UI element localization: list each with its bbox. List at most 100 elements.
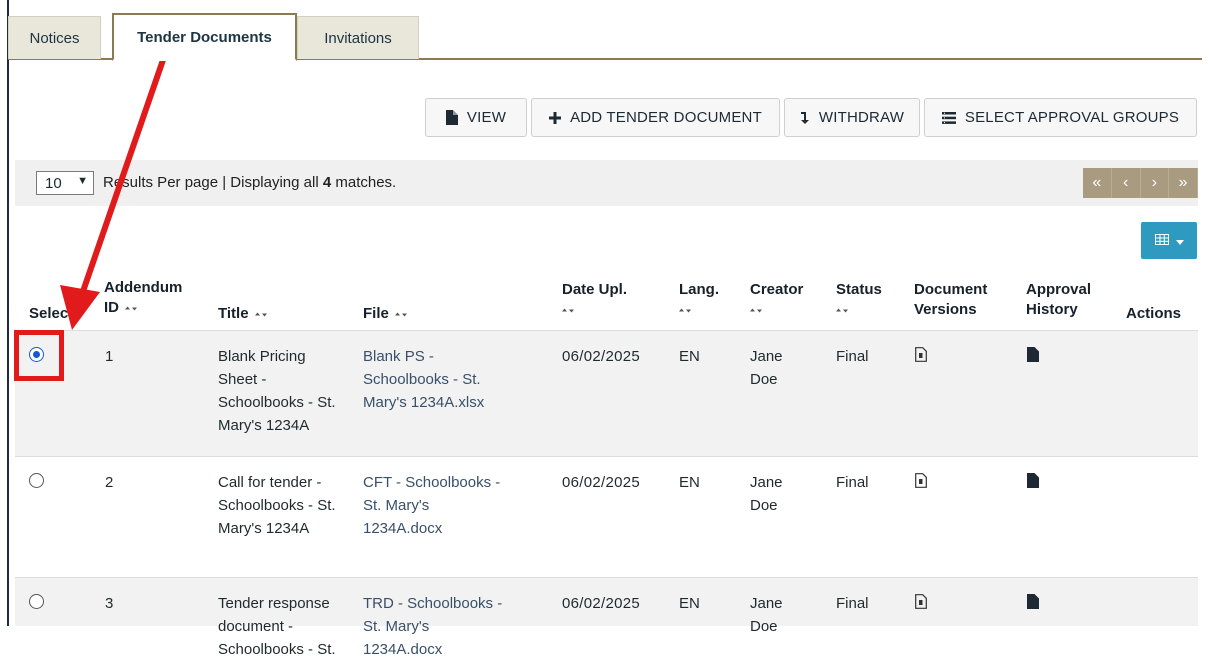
- col-status[interactable]: Status: [836, 280, 882, 320]
- sort-icon: [750, 300, 762, 320]
- title-line: Mary's 1234A: [218, 417, 310, 434]
- row-file-link[interactable]: Blank PS - Schoolbooks - St. Mary's 1234…: [363, 345, 484, 414]
- column-chooser-button[interactable]: [1141, 222, 1197, 259]
- sort-icon: [125, 298, 137, 318]
- title-line: Mary's 1234A: [218, 520, 310, 537]
- view-button-label: VIEW: [466, 109, 507, 126]
- select-approval-groups-button[interactable]: SELECT APPROVAL GROUPS: [924, 98, 1197, 137]
- arrow-down-icon: [800, 111, 810, 124]
- file-line: St. Mary's: [363, 618, 430, 635]
- row-select-radio[interactable]: [29, 473, 44, 488]
- row-date: 06/02/2025: [562, 595, 641, 612]
- per-page-value: 10: [45, 174, 62, 192]
- col-addendum-line1: Addendum: [104, 279, 183, 296]
- row-id: 2: [105, 474, 114, 491]
- file-line: St. Mary's: [363, 497, 430, 514]
- grid-icon: [1154, 232, 1169, 249]
- results-per-page-select[interactable]: 10 ▼: [36, 171, 94, 195]
- col-approval-line1: Approval: [1026, 281, 1092, 298]
- sort-icon: [254, 304, 267, 324]
- col-file-label: File: [363, 305, 389, 322]
- results-summary: Results Per page | Displaying all 4 matc…: [103, 174, 396, 191]
- tab-notices[interactable]: Notices: [8, 16, 101, 59]
- row-date: 06/02/2025: [562, 474, 641, 491]
- document-versions-icon[interactable]: [915, 473, 927, 492]
- title-line: Call for tender -: [218, 474, 322, 491]
- col-addendum-line2: ID: [104, 299, 119, 316]
- table-row: 3 Tender response document - Schoolbooks…: [15, 577, 1198, 658]
- list-icon: [941, 111, 956, 124]
- row-select-radio[interactable]: [29, 594, 44, 609]
- row-lang: EN: [679, 474, 700, 491]
- col-creator-label: Creator: [750, 281, 804, 298]
- first-page-button[interactable]: «: [1083, 168, 1112, 198]
- plus-icon: [549, 111, 562, 124]
- col-versions-line2: Versions: [914, 301, 977, 318]
- select-approval-groups-label: SELECT APPROVAL GROUPS: [964, 109, 1180, 126]
- col-date-uploaded[interactable]: Date Upl.: [562, 280, 627, 320]
- row-title: Call for tender - Schoolbooks - St. Mary…: [218, 471, 336, 540]
- tab-invitations[interactable]: Invitations: [297, 16, 419, 59]
- prev-page-button[interactable]: ‹: [1111, 168, 1141, 198]
- file-icon: [445, 110, 458, 125]
- file-line: Mary's 1234A.xlsx: [363, 394, 485, 411]
- last-page-button[interactable]: »: [1169, 168, 1198, 198]
- add-tender-document-label: ADD TENDER DOCUMENT: [570, 109, 762, 126]
- sort-icon: [394, 304, 407, 324]
- row-status: Final: [836, 595, 869, 612]
- withdraw-button[interactable]: WITHDRAW: [784, 98, 920, 137]
- col-status-label: Status: [836, 281, 882, 298]
- file-line: 1234A.docx: [363, 641, 443, 658]
- annotation-highlight-box: [14, 330, 64, 381]
- caret-down-icon: [1175, 232, 1184, 249]
- row-date: 06/02/2025: [562, 348, 641, 365]
- chevron-down-icon: ▼: [77, 175, 88, 187]
- creator-line: Doe: [750, 618, 778, 635]
- row-id: 1: [105, 348, 114, 365]
- table-row: 2 Call for tender - Schoolbooks - St. Ma…: [15, 456, 1198, 577]
- title-line: Tender response: [218, 595, 330, 612]
- title-line: Blank Pricing: [218, 348, 306, 365]
- col-versions-line1: Document: [914, 281, 988, 298]
- file-line: Schoolbooks - St.: [363, 371, 481, 388]
- row-file-link[interactable]: CFT - Schoolbooks - St. Mary's 1234A.doc…: [363, 471, 500, 540]
- title-line: Schoolbooks - St.: [218, 394, 336, 411]
- row-file-link[interactable]: TRD - Schoolbooks - St. Mary's 1234A.doc…: [363, 592, 502, 661]
- col-lang-label: Lang.: [679, 281, 719, 298]
- row-lang: EN: [679, 348, 700, 365]
- col-language[interactable]: Lang.: [679, 280, 719, 320]
- sort-icon: [562, 300, 574, 320]
- col-addendum-id[interactable]: Addendum ID: [104, 278, 182, 318]
- add-tender-document-button[interactable]: ADD TENDER DOCUMENT: [531, 98, 780, 137]
- row-status: Final: [836, 348, 869, 365]
- approval-history-icon[interactable]: [1027, 473, 1039, 492]
- creator-line: Doe: [750, 497, 778, 514]
- row-lang: EN: [679, 595, 700, 612]
- approval-history-icon[interactable]: [1027, 347, 1039, 366]
- row-status: Final: [836, 474, 869, 491]
- row-creator: Jane Doe: [750, 345, 783, 391]
- view-button[interactable]: VIEW: [425, 98, 527, 137]
- document-versions-icon[interactable]: [915, 347, 927, 366]
- creator-line: Jane: [750, 474, 783, 491]
- title-line: document -: [218, 618, 294, 635]
- withdraw-label: WITHDRAW: [818, 109, 905, 126]
- row-title: Tender response document - Schoolbooks -…: [218, 592, 336, 661]
- col-title[interactable]: Title: [218, 304, 267, 324]
- col-creator[interactable]: Creator: [750, 280, 803, 320]
- tab-tender-documents[interactable]: Tender Documents: [112, 13, 297, 61]
- document-versions-icon[interactable]: [915, 594, 927, 613]
- title-line: Schoolbooks - St.: [218, 641, 336, 658]
- next-page-button[interactable]: ›: [1140, 168, 1170, 198]
- col-approval-line2: History: [1026, 301, 1078, 318]
- row-creator: Jane Doe: [750, 471, 783, 517]
- col-file[interactable]: File: [363, 304, 407, 324]
- file-line: 1234A.docx: [363, 520, 443, 537]
- results-text: Results Per page | Displaying all: [103, 174, 323, 191]
- results-text-end: matches.: [331, 174, 397, 191]
- file-line: TRD - Schoolbooks -: [363, 595, 503, 612]
- creator-line: Jane: [750, 348, 783, 365]
- pagination: « ‹ › »: [1083, 168, 1198, 198]
- row-creator: Jane Doe: [750, 592, 783, 638]
- approval-history-icon[interactable]: [1027, 594, 1039, 613]
